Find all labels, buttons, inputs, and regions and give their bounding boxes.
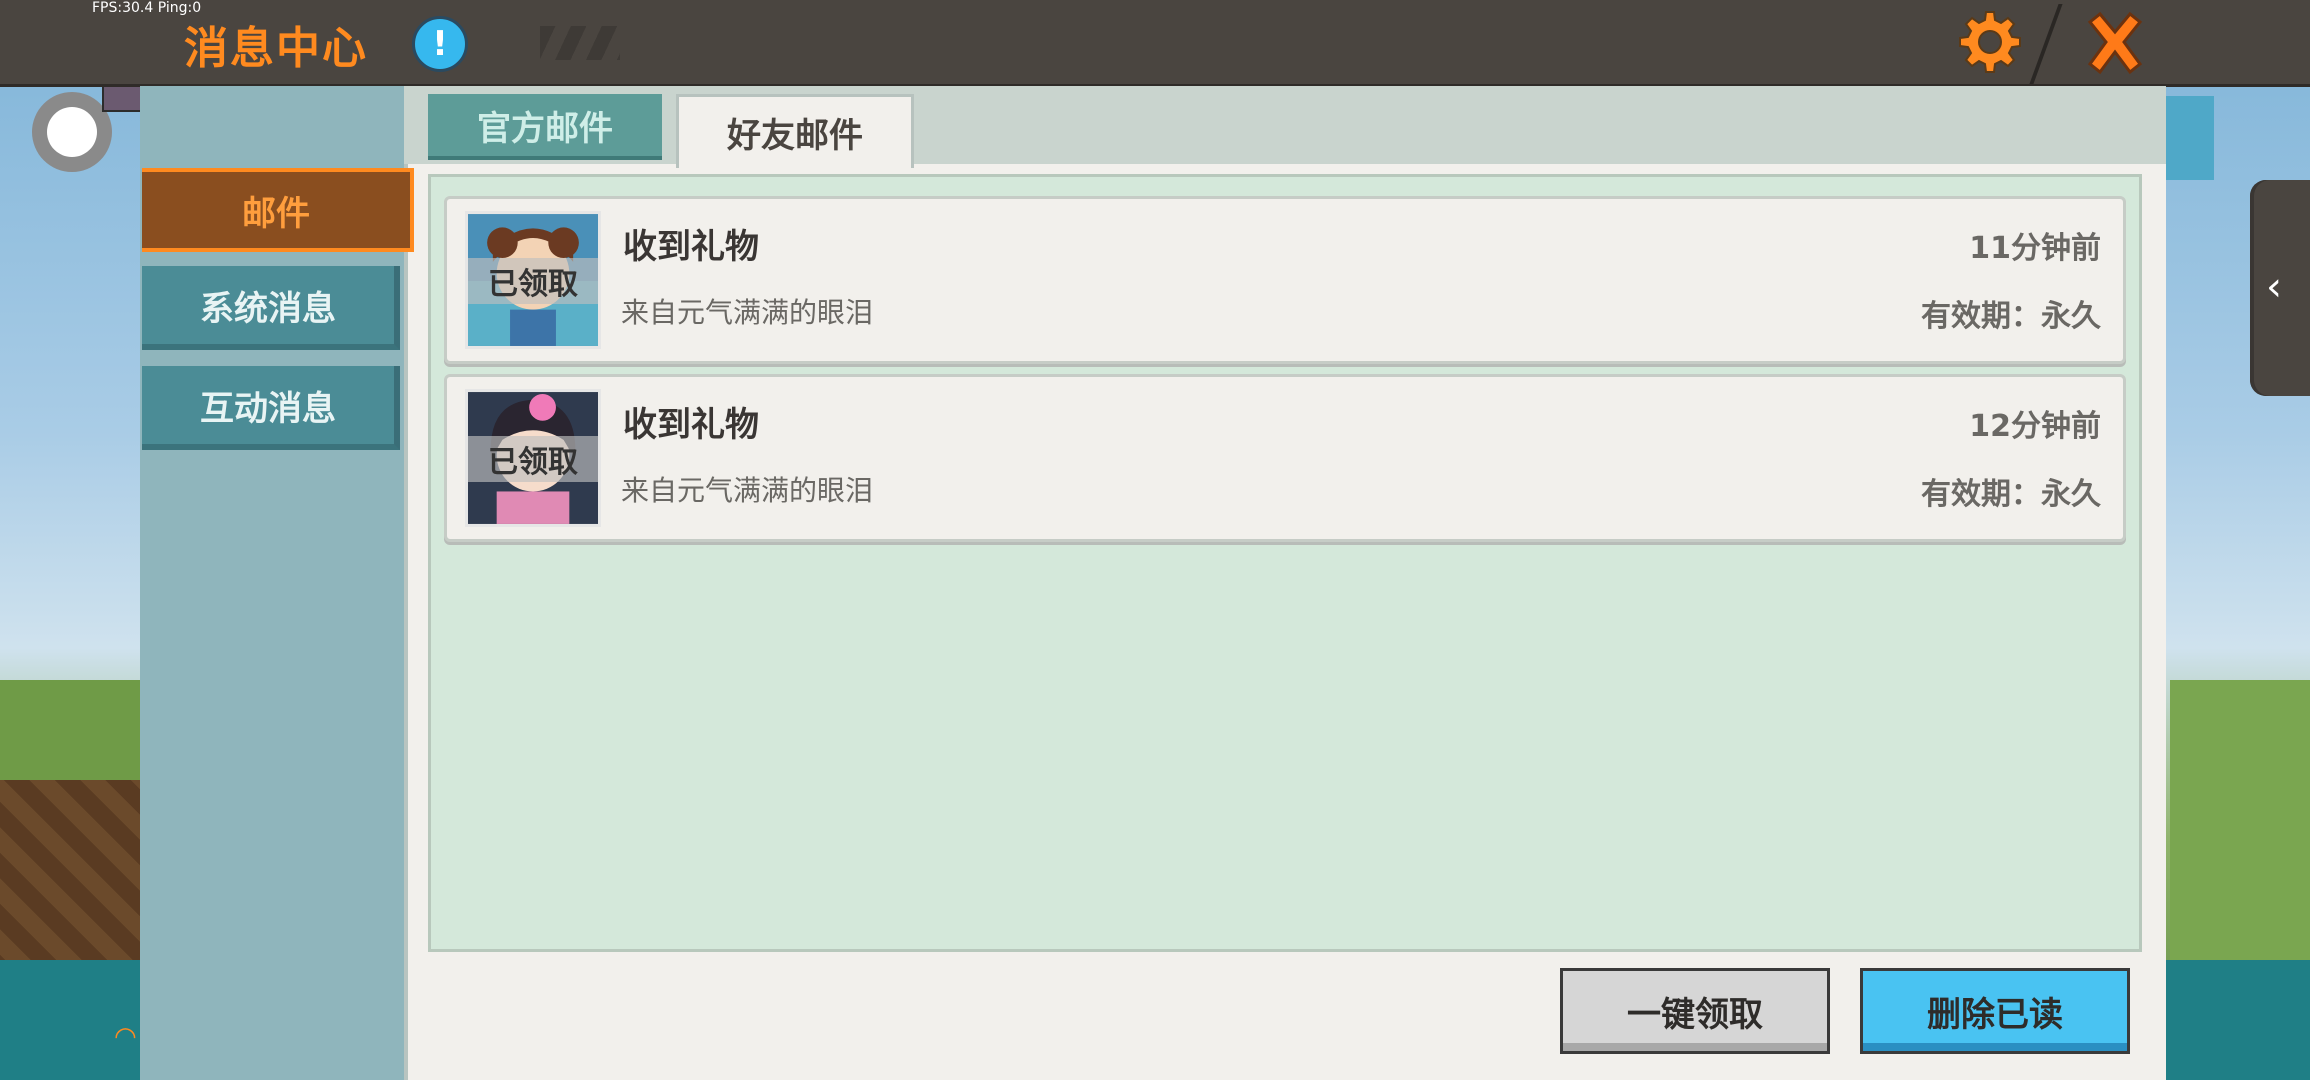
background-grass-right [2170, 680, 2310, 980]
background-block [0, 780, 140, 980]
exclamation-icon: ! [432, 24, 448, 64]
side-drawer-handle[interactable]: ‹ [2250, 180, 2310, 396]
sidebar-item-system-messages[interactable]: 系统消息 [142, 266, 400, 350]
event-badge [2166, 96, 2214, 180]
delete-read-button[interactable]: 删除已读 [1860, 968, 2130, 1054]
mail-sender: 来自元气满满的眼泪 [621, 474, 874, 507]
mail-validity: 有效期：永久 [1921, 299, 2101, 334]
chevron-left-icon: ‹ [2266, 264, 2282, 310]
claimed-label: 已领取 [468, 258, 598, 304]
claimed-label: 已领取 [468, 436, 598, 482]
tab-friend-mail[interactable]: 好友邮件 [676, 94, 914, 168]
tabs-strip [404, 86, 2166, 164]
sidebar-item-interaction-messages[interactable]: 互动消息 [142, 366, 400, 450]
mail-validity: 有效期：永久 [1921, 477, 2101, 512]
gift-thumbnail: 已领取 [465, 389, 601, 527]
list-item[interactable]: 已领取 收到礼物 来自元气满满的眼泪 12分钟前 有效期：永久 [444, 374, 2126, 542]
mail-sender: 来自元气满满的眼泪 [621, 296, 874, 329]
decorative-stripes [540, 26, 620, 60]
sidebar-item-mail[interactable]: 邮件 [142, 168, 414, 252]
claim-all-button[interactable]: 一键领取 [1560, 968, 1830, 1054]
page-title: 消息中心 [184, 23, 368, 74]
info-button[interactable]: ! [412, 16, 468, 72]
mail-title: 收到礼物 [623, 405, 759, 445]
gift-thumbnail: 已领取 [465, 211, 601, 349]
gear-icon[interactable] [1956, 10, 2024, 74]
mail-time: 12分钟前 [1969, 409, 2101, 444]
mail-time: 11分钟前 [1969, 231, 2101, 266]
mail-title: 收到礼物 [623, 227, 759, 267]
tab-official-mail[interactable]: 官方邮件 [428, 94, 662, 160]
close-x-icon[interactable] [2080, 8, 2150, 78]
joystick-button[interactable] [32, 92, 112, 172]
list-item[interactable]: 已领取 收到礼物 来自元气满满的眼泪 11分钟前 有效期：永久 [444, 196, 2126, 364]
